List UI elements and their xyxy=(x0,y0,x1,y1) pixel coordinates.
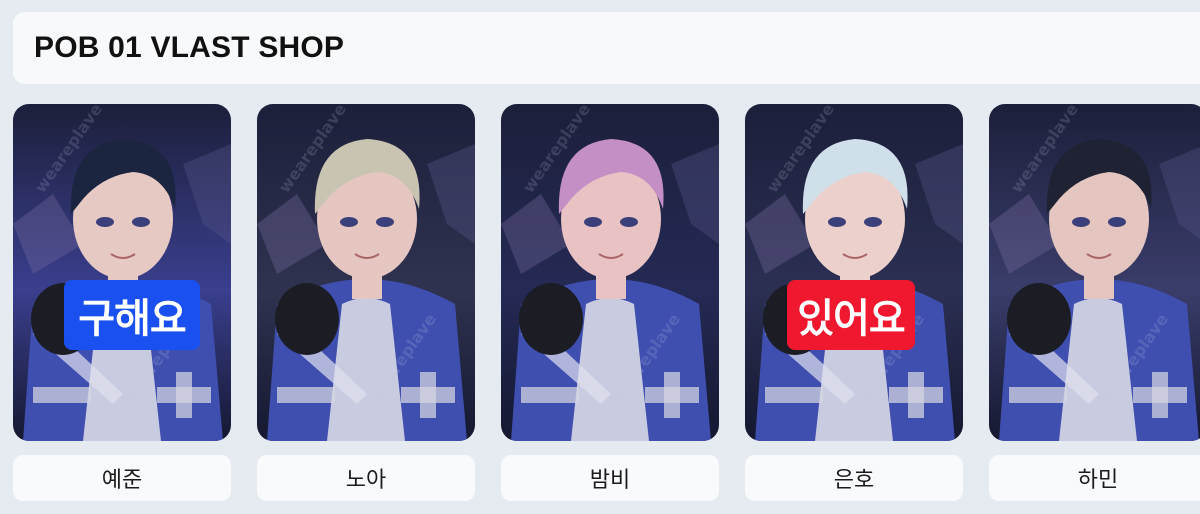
plus-icon[interactable] xyxy=(887,372,945,418)
minus-icon[interactable] xyxy=(275,372,337,418)
member-name-label[interactable]: 하민 xyxy=(989,455,1200,501)
status-badge: 구해요 xyxy=(64,280,200,350)
member-name-label[interactable]: 예준 xyxy=(13,455,231,501)
page-title: POB 01 VLAST SHOP xyxy=(34,31,345,64)
member-name-label[interactable]: 노아 xyxy=(257,455,475,501)
minus-icon[interactable] xyxy=(763,372,825,418)
status-badge: 있어요 xyxy=(787,280,915,350)
member-name-label[interactable]: 은호 xyxy=(745,455,963,501)
photocard-4[interactable]: weareplave weareplave xyxy=(745,104,963,441)
photocard-1[interactable]: weareplave weareplave xyxy=(13,104,231,441)
minus-icon[interactable] xyxy=(31,372,93,418)
plus-icon[interactable] xyxy=(155,372,213,418)
shop-title-bar: POB 01 VLAST SHOP xyxy=(13,12,1200,84)
plus-icon[interactable] xyxy=(399,372,457,418)
photocard-5[interactable]: weareplave weareplave xyxy=(989,104,1200,441)
member-name-label[interactable]: 밤비 xyxy=(501,455,719,501)
minus-icon[interactable] xyxy=(519,372,581,418)
photocard-3[interactable]: weareplave weareplave xyxy=(501,104,719,441)
minus-icon[interactable] xyxy=(1007,372,1069,418)
plus-icon[interactable] xyxy=(643,372,701,418)
photocard-2[interactable]: weareplave weareplave xyxy=(257,104,475,441)
plus-icon[interactable] xyxy=(1131,372,1189,418)
